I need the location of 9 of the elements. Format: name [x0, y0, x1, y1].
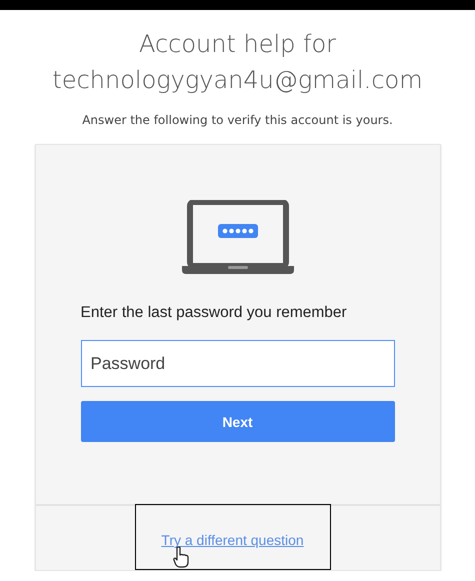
password-field[interactable]: Password — [80, 340, 394, 387]
page-title: Account help for — [138, 29, 336, 60]
prompt-text: Enter the last password you remember — [80, 304, 348, 322]
account-email: technologygyan4u@gmail.com — [52, 65, 423, 96]
laptop-password-icon — [182, 200, 294, 274]
hand-cursor-icon — [172, 546, 188, 568]
different-question-link[interactable]: Try a different question — [161, 532, 304, 549]
subtitle: Answer the following to verify this account is yours. — [82, 113, 393, 127]
next-button[interactable]: Next — [80, 401, 394, 442]
